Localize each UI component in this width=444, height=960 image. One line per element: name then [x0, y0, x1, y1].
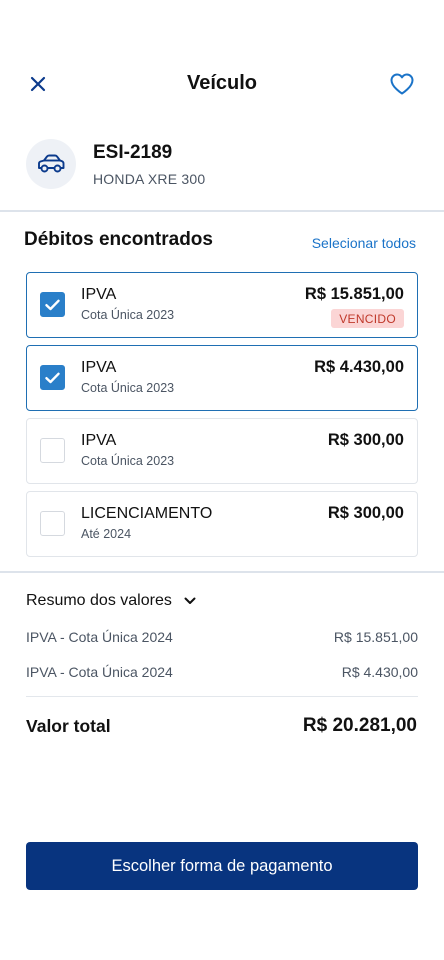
debt-card-ipva-3[interactable]: IPVA Cota Única 2023 R$ 300,00: [26, 418, 418, 484]
debt-name: IPVA: [81, 359, 117, 376]
car-icon: [38, 154, 65, 173]
vehicle-model: HONDA XRE 300: [93, 171, 206, 187]
debt-amount: R$ 300,00: [327, 431, 404, 449]
vehicle-info: ESI-2189 HONDA XRE 300: [26, 139, 426, 191]
summary-row-label: IPVA - Cota Única 2024: [26, 664, 173, 680]
vehicle-plate: ESI-2189: [93, 142, 173, 163]
vehicle-avatar: [26, 139, 76, 189]
summary-toggle[interactable]: Resumo dos valores: [26, 591, 196, 611]
debt-checkbox[interactable]: [40, 292, 65, 317]
summary-row-label: IPVA - Cota Única 2024: [26, 629, 173, 645]
debt-description: Cota Única 2023: [81, 454, 175, 468]
top-bar: Veículo: [0, 60, 444, 108]
summary-divider: [26, 696, 418, 697]
debts-title: Débitos encontrados: [24, 229, 213, 250]
section-divider: [0, 571, 444, 573]
debt-checkbox[interactable]: [40, 365, 65, 390]
debt-name: IPVA: [81, 432, 117, 449]
page-title: Veículo: [186, 72, 258, 94]
debt-card-ipva-1[interactable]: IPVA Cota Única 2023 R$ 15.851,00 VENCID…: [26, 272, 418, 338]
summary-row: IPVA - Cota Única 2024 R$ 15.851,00: [26, 629, 418, 645]
heart-icon: [390, 73, 414, 95]
summary-row-amount: R$ 4.430,00: [341, 664, 418, 680]
choose-payment-button[interactable]: Escolher forma de pagamento: [26, 842, 418, 890]
debt-name: IPVA: [81, 286, 117, 303]
summary-title: Resumo dos valores: [26, 592, 172, 609]
debt-checkbox[interactable]: [40, 438, 65, 463]
debt-description: Cota Única 2023: [81, 381, 175, 395]
section-divider: [0, 210, 444, 212]
check-icon: [45, 299, 60, 310]
debt-description: Até 2024: [81, 527, 132, 541]
total-value: R$ 20.281,00: [302, 715, 417, 736]
status-badge: VENCIDO: [331, 309, 404, 328]
total-label: Valor total: [26, 716, 111, 736]
debt-card-licenciamento[interactable]: LICENCIAMENTO Até 2024 R$ 300,00: [26, 491, 418, 557]
debt-amount: R$ 300,00: [327, 504, 404, 522]
debt-amount: R$ 15.851,00: [304, 285, 404, 303]
debt-description: Cota Única 2023: [81, 308, 175, 322]
summary-row-amount: R$ 15.851,00: [333, 629, 418, 645]
debt-checkbox[interactable]: [40, 511, 65, 536]
debt-name: LICENCIAMENTO: [81, 505, 213, 522]
summary-row: IPVA - Cota Única 2024 R$ 4.430,00: [26, 664, 418, 680]
debt-card-ipva-2[interactable]: IPVA Cota Única 2023 R$ 4.430,00: [26, 345, 418, 411]
favorite-button[interactable]: [388, 70, 416, 98]
select-all-link[interactable]: Selecionar todos: [312, 235, 416, 251]
chevron-down-icon: [184, 597, 196, 605]
debt-amount: R$ 4.430,00: [314, 358, 404, 376]
check-icon: [45, 372, 60, 383]
